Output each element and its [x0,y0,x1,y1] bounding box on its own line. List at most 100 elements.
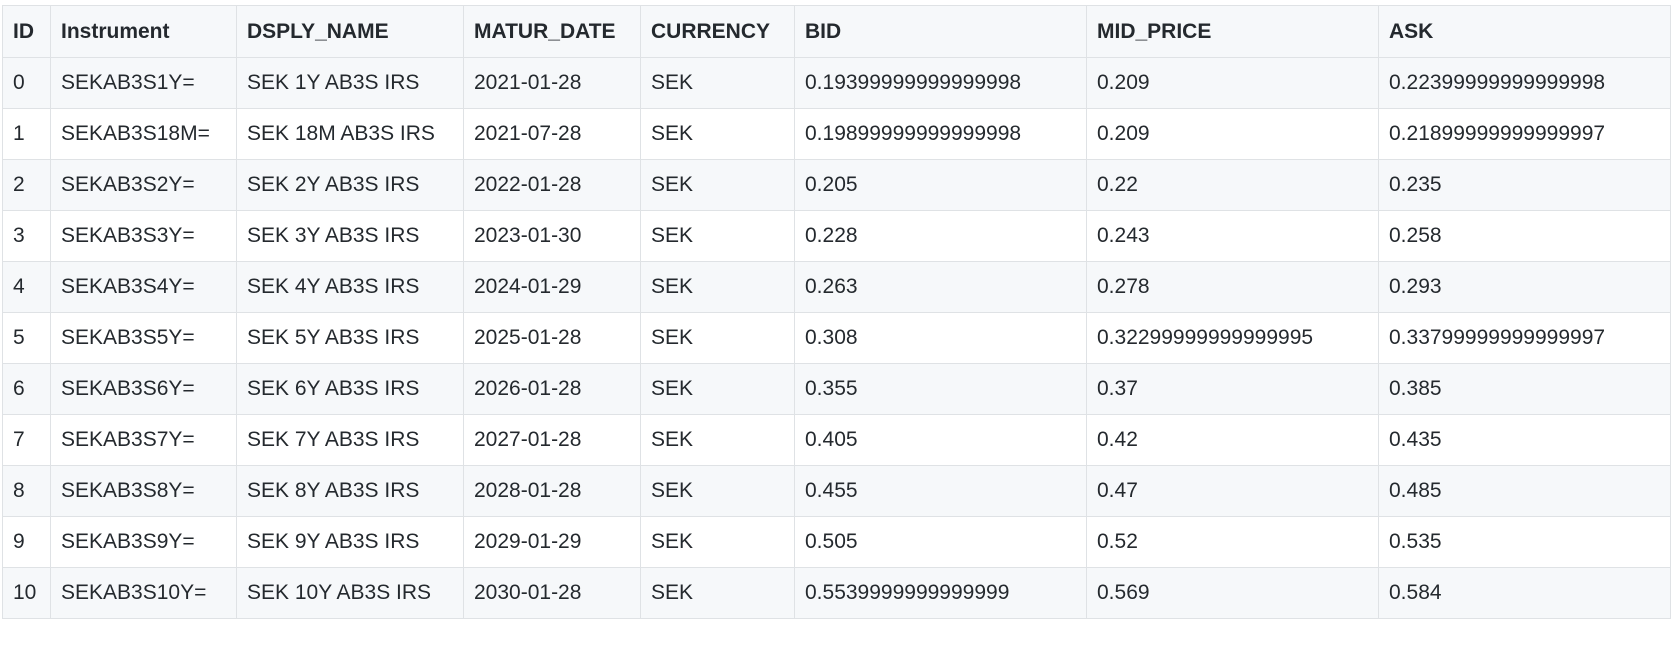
cell-bid: 0.308 [794,312,1087,364]
cell-dsply-name: SEK 10Y AB3S IRS [236,567,464,619]
cell-matur-date: 2026-01-28 [463,363,641,415]
data-table: ID Instrument DSPLY_NAME MATUR_DATE CURR… [2,5,1671,619]
cell-bid: 0.19399999999999998 [794,57,1087,109]
column-header-bid[interactable]: BID [794,5,1087,58]
cell-currency: SEK [640,414,795,466]
cell-instrument: SEKAB3S5Y= [50,312,237,364]
table-row: 3 SEKAB3S3Y= SEK 3Y AB3S IRS 2023-01-30 SEK 0… [2,210,1671,262]
cell-bid: 0.455 [794,465,1087,517]
cell-mid-price: 0.22 [1086,159,1379,211]
cell-mid-price: 0.42 [1086,414,1379,466]
table-row: 0 SEKAB3S1Y= SEK 1Y AB3S IRS 2021-01-28 SEK 0… [2,57,1671,109]
cell-instrument: SEKAB3S4Y= [50,261,237,313]
table-header: ID Instrument DSPLY_NAME MATUR_DATE CURR… [2,5,1671,58]
table-row: 2 SEKAB3S2Y= SEK 2Y AB3S IRS 2022-01-28 SEK 0… [2,159,1671,211]
table-row: 9 SEKAB3S9Y= SEK 9Y AB3S IRS 2029-01-29 SEK 0… [2,516,1671,568]
cell-ask: 0.21899999999999997 [1378,108,1671,160]
cell-dsply-name: SEK 6Y AB3S IRS [236,363,464,415]
cell-ask: 0.385 [1378,363,1671,415]
cell-ask: 0.435 [1378,414,1671,466]
cell-bid: 0.405 [794,414,1087,466]
cell-currency: SEK [640,108,795,160]
cell-instrument: SEKAB3S2Y= [50,159,237,211]
table-row: 6 SEKAB3S6Y= SEK 6Y AB3S IRS 2026-01-28 SEK 0… [2,363,1671,415]
cell-bid: 0.228 [794,210,1087,262]
cell-ask: 0.235 [1378,159,1671,211]
cell-id: 10 [2,567,51,619]
cell-ask: 0.535 [1378,516,1671,568]
cell-matur-date: 2021-07-28 [463,108,641,160]
column-header-dsply-name[interactable]: DSPLY_NAME [236,5,464,58]
cell-bid: 0.205 [794,159,1087,211]
cell-currency: SEK [640,57,795,109]
cell-id: 1 [2,108,51,160]
cell-matur-date: 2029-01-29 [463,516,641,568]
cell-mid-price: 0.278 [1086,261,1379,313]
cell-id: 6 [2,363,51,415]
column-header-ask[interactable]: ASK [1378,5,1671,58]
cell-ask: 0.584 [1378,567,1671,619]
cell-instrument: SEKAB3S6Y= [50,363,237,415]
cell-ask: 0.22399999999999998 [1378,57,1671,109]
table-row: 8 SEKAB3S8Y= SEK 8Y AB3S IRS 2028-01-28 SEK 0… [2,465,1671,517]
cell-dsply-name: SEK 4Y AB3S IRS [236,261,464,313]
column-header-id[interactable]: ID [2,5,51,58]
cell-matur-date: 2022-01-28 [463,159,641,211]
cell-dsply-name: SEK 9Y AB3S IRS [236,516,464,568]
cell-currency: SEK [640,465,795,517]
cell-id: 3 [2,210,51,262]
table-row: 4 SEKAB3S4Y= SEK 4Y AB3S IRS 2024-01-29 SEK 0… [2,261,1671,313]
table-body: 0 SEKAB3S1Y= SEK 1Y AB3S IRS 2021-01-28 SEK 0… [2,57,1671,619]
cell-instrument: SEKAB3S8Y= [50,465,237,517]
cell-dsply-name: SEK 5Y AB3S IRS [236,312,464,364]
cell-instrument: SEKAB3S1Y= [50,57,237,109]
cell-instrument: SEKAB3S7Y= [50,414,237,466]
cell-mid-price: 0.47 [1086,465,1379,517]
cell-id: 2 [2,159,51,211]
cell-currency: SEK [640,516,795,568]
cell-id: 7 [2,414,51,466]
column-header-currency[interactable]: CURRENCY [640,5,795,58]
cell-instrument: SEKAB3S18M= [50,108,237,160]
cell-mid-price: 0.243 [1086,210,1379,262]
header-row: ID Instrument DSPLY_NAME MATUR_DATE CURR… [2,5,1671,58]
cell-dsply-name: SEK 2Y AB3S IRS [236,159,464,211]
table-row: 7 SEKAB3S7Y= SEK 7Y AB3S IRS 2027-01-28 SEK 0… [2,414,1671,466]
cell-bid: 0.355 [794,363,1087,415]
cell-matur-date: 2023-01-30 [463,210,641,262]
cell-ask: 0.485 [1378,465,1671,517]
cell-mid-price: 0.37 [1086,363,1379,415]
cell-matur-date: 2021-01-28 [463,57,641,109]
cell-id: 4 [2,261,51,313]
cell-dsply-name: SEK 7Y AB3S IRS [236,414,464,466]
cell-id: 8 [2,465,51,517]
cell-dsply-name: SEK 18M AB3S IRS [236,108,464,160]
cell-ask: 0.293 [1378,261,1671,313]
cell-currency: SEK [640,363,795,415]
cell-mid-price: 0.52 [1086,516,1379,568]
cell-dsply-name: SEK 1Y AB3S IRS [236,57,464,109]
column-header-instrument[interactable]: Instrument [50,5,237,58]
cell-currency: SEK [640,567,795,619]
cell-matur-date: 2028-01-28 [463,465,641,517]
cell-dsply-name: SEK 8Y AB3S IRS [236,465,464,517]
cell-instrument: SEKAB3S10Y= [50,567,237,619]
cell-matur-date: 2024-01-29 [463,261,641,313]
cell-dsply-name: SEK 3Y AB3S IRS [236,210,464,262]
cell-currency: SEK [640,210,795,262]
cell-bid: 0.5539999999999999 [794,567,1087,619]
cell-bid: 0.505 [794,516,1087,568]
column-header-matur-date[interactable]: MATUR_DATE [463,5,641,58]
cell-currency: SEK [640,261,795,313]
cell-currency: SEK [640,312,795,364]
column-header-mid-price[interactable]: MID_PRICE [1086,5,1379,58]
cell-matur-date: 2027-01-28 [463,414,641,466]
cell-ask: 0.33799999999999997 [1378,312,1671,364]
cell-id: 0 [2,57,51,109]
cell-bid: 0.19899999999999998 [794,108,1087,160]
cell-id: 9 [2,516,51,568]
cell-mid-price: 0.569 [1086,567,1379,619]
cell-mid-price: 0.209 [1086,57,1379,109]
cell-instrument: SEKAB3S9Y= [50,516,237,568]
table-row: 1 SEKAB3S18M= SEK 18M AB3S IRS 2021-07-28 SE… [2,108,1671,160]
